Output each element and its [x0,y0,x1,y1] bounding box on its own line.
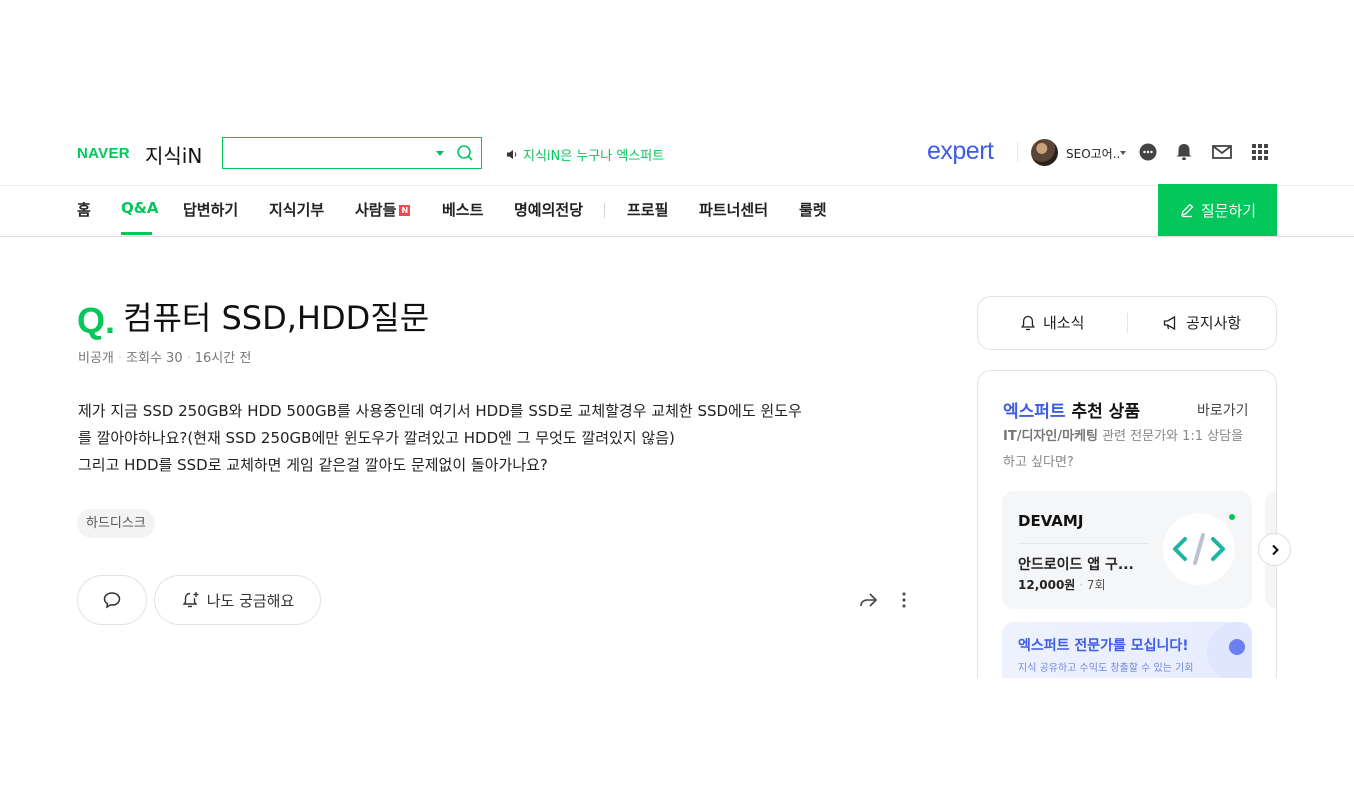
my-news-label: 내소식 [1043,314,1085,332]
new-badge: N [399,205,411,216]
question-mark: Q. [77,300,116,341]
question-body-line: 그리고 HDD를 SSD로 교체하면 게임 같은걸 깔아도 문제없이 돌아가나요… [78,456,548,474]
top-header: NAVER 지식iN 지식iN은 누구나 엑스퍼트 expert SEO고어.. [0,0,1354,186]
notice-button[interactable]: 공지사항 [1162,312,1241,333]
more-options-icon[interactable] [895,589,913,611]
online-indicator [1229,514,1235,520]
bell-plus-icon [182,592,199,608]
nav-hall-of-fame[interactable]: 명예의전당 [514,199,583,220]
nav-divider [604,203,605,218]
me-too-curious-label: 나도 궁금해요 [206,591,295,610]
comment-button[interactable] [77,575,147,625]
nav-profile[interactable]: 프로필 [627,199,668,220]
nav-partner-center[interactable]: 파트너센터 [699,199,768,220]
expert-product-card[interactable]: DEVAMJ 안드로이드 앱 구... 12,000원 · 7회 [1002,491,1252,609]
notice-text: 지식iN은 누구나 엑스퍼트 [523,149,665,164]
question-time: 16시간 전 [194,351,252,366]
product-title: 안드로이드 앱 구... [1018,557,1134,573]
question-views: 조회수 30 [126,351,183,366]
banner-title: 엑스퍼트 전문가를 모십니다! [1018,638,1189,654]
question-body: 제가 지금 SSD 250GB와 HDD 500GB를 사용중인데 여기서 HD… [78,398,923,479]
notice-label: 공지사항 [1186,314,1242,332]
viewport-cutoff [0,678,1354,800]
carousel-next-button[interactable] [1258,533,1291,566]
avatar[interactable] [1031,139,1058,166]
search-icon[interactable] [455,143,475,163]
megaphone-icon [1163,315,1176,330]
divider [1017,142,1018,162]
bell-icon [1021,315,1035,330]
question-body-line: 제가 지금 SSD 250GB와 HDD 500GB를 사용중인데 여기서 HD… [78,402,802,420]
talk-icon[interactable] [1137,141,1159,163]
question-meta: 비공개 · 조회수 30 · 16시간 전 [78,351,252,366]
jisikin-logo[interactable]: 지식iN [145,140,202,169]
chevron-down-icon[interactable] [1120,151,1126,155]
banner-ball-icon [1229,639,1245,655]
my-news-button[interactable]: 내소식 [1019,312,1084,333]
nav-roulette[interactable]: 룰렛 [799,199,827,220]
divider [1127,313,1128,333]
expert-title-rest: 추천 상품 [1065,402,1140,422]
banner-decoration [1207,622,1252,682]
expert-recommend-card: 엑스퍼트 추천 상품 바로가기 IT/디자인/마케팅 관련 전문가와 1:1 상… [977,370,1277,702]
nav-qna[interactable]: Q&A [121,199,158,217]
ask-question-button[interactable]: 질문하기 [1158,184,1277,236]
apps-grid-icon[interactable] [1249,141,1271,163]
notice-banner[interactable]: 지식iN은 누구나 엑스퍼트 [506,145,664,164]
speaker-icon [507,150,517,159]
pencil-icon [1180,203,1194,218]
product-price: 12,000원 [1018,578,1076,592]
divider [1018,543,1148,544]
tag-chip[interactable]: 하드디스크 [77,509,155,538]
expert-title-brand: 엑스퍼트 [1003,402,1066,422]
question-title: 컴퓨터 SSD,HDD질문 [123,299,430,337]
search-input[interactable] [229,143,433,165]
question-author: 비공개 [78,351,114,366]
search-scope-dropdown[interactable] [436,151,444,156]
main-nav: 홈 Q&A 답변하기 지식기부 사람들 N 베스트 명예의전당 프로필 파트너센터… [0,185,1354,237]
code-icon [1173,533,1225,565]
expert-card-description: IT/디자인/마케팅 관련 전문가와 1:1 상담을 하고 싶다면? [1003,424,1253,476]
expert-name: DEVAMJ [1018,512,1084,530]
expert-thumbnail [1163,513,1235,585]
banner-subtitle: 지식 공유하고 수익도 창출할 수 있는 기회 [1018,663,1194,674]
search-box [222,137,482,169]
bell-icon[interactable] [1173,141,1195,163]
expert-logo[interactable]: expert [927,137,994,166]
me-too-curious-button[interactable]: 나도 궁금해요 [154,575,321,625]
expert-card-title: 엑스퍼트 추천 상품 [1003,397,1140,422]
nav-home[interactable]: 홈 [77,199,91,220]
product-count: 7회 [1086,578,1106,592]
expert-category: IT/디자인/마케팅 [1003,429,1098,444]
active-tab-indicator [121,232,152,235]
nav-best[interactable]: 베스트 [442,199,483,220]
product-info: 12,000원 · 7회 [1018,578,1106,592]
nav-people[interactable]: 사람들 N [355,199,411,220]
nav-donate[interactable]: 지식기부 [269,199,324,220]
share-icon[interactable] [857,589,879,611]
ask-question-label: 질문하기 [1200,201,1257,220]
user-name[interactable]: SEO고어.. [1066,145,1120,162]
go-to-link[interactable]: 바로가기 [1197,400,1249,420]
comment-icon [103,592,121,609]
nav-people-label: 사람들 [355,201,397,219]
mail-icon[interactable] [1211,141,1233,163]
question-body-line: 를 깔아야하나요?(현재 SSD 250GB에만 윈도우가 깔려있고 HDD엔 … [78,429,675,447]
chevron-right-icon [1271,544,1279,555]
nav-answer[interactable]: 답변하기 [183,199,238,220]
sidebar-quick-links: 내소식 공지사항 [977,296,1277,350]
naver-logo[interactable]: NAVER [77,145,130,162]
